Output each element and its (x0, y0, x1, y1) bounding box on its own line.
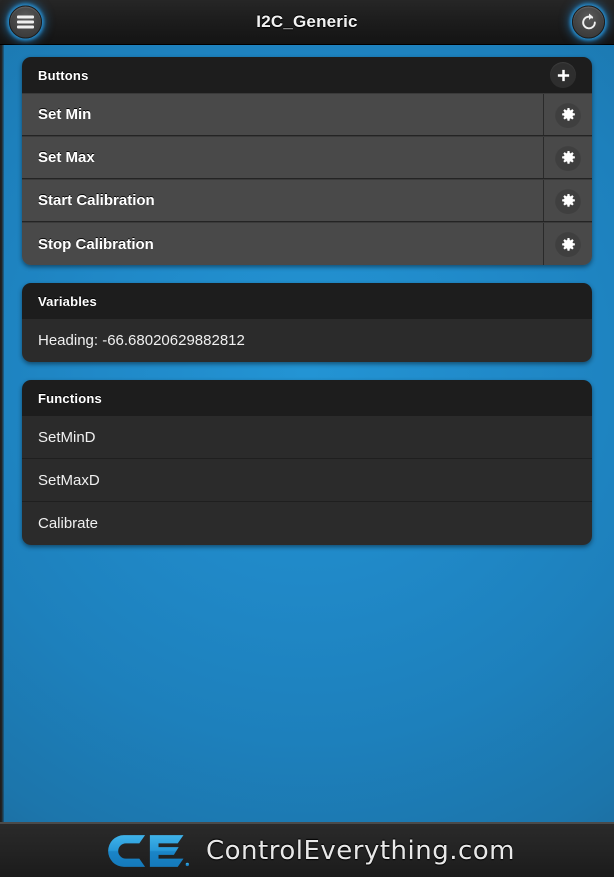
top-app-bar: I2C_Generic (0, 0, 614, 45)
ce-logo-icon (108, 834, 189, 867)
function-row[interactable]: Calibrate (22, 502, 592, 545)
content-area: Buttons Set Min Set Max Start Calibratio… (0, 45, 614, 822)
buttons-panel-header: Buttons (22, 57, 592, 93)
button-settings-button[interactable] (543, 137, 592, 178)
function-row-label: Calibrate (38, 515, 99, 532)
functions-panel: Functions SetMinD SetMaxD Calibrate (22, 380, 592, 545)
variables-panel: Variables Heading: -66.68020629882812 (22, 283, 592, 362)
gear-icon (561, 194, 575, 207)
buttons-panel-title: Buttons (38, 67, 89, 83)
gear-icon (561, 237, 575, 251)
buttons-panel: Buttons Set Min Set Max Start Calibratio… (22, 57, 592, 265)
variables-panel-header: Variables (22, 283, 592, 319)
function-row[interactable]: SetMinD (22, 416, 592, 459)
functions-panel-header: Functions (22, 380, 592, 416)
table-row[interactable]: Set Min (22, 93, 592, 136)
function-row[interactable]: SetMaxD (22, 459, 592, 502)
plus-icon (557, 69, 569, 81)
app-window: I2C_Generic Buttons Set Min Set Max Star… (0, 0, 614, 877)
table-row[interactable]: Stop Calibration (22, 222, 592, 265)
hamburger-menu-icon (17, 15, 34, 29)
add-button-button[interactable] (550, 62, 576, 88)
variable-row: Heading: -66.68020629882812 (22, 319, 592, 362)
button-row-label: Set Max (38, 149, 95, 166)
refresh-button[interactable] (572, 5, 605, 39)
page-title: I2C_Generic (256, 12, 358, 31)
variable-value-label: Heading: -66.68020629882812 (38, 332, 245, 349)
table-row[interactable]: Set Max (22, 136, 592, 179)
footer-bar: ControlEverything.com (0, 822, 614, 877)
function-row-label: SetMinD (38, 428, 96, 446)
window-edge-sliver (0, 45, 4, 822)
button-settings-button[interactable] (543, 223, 592, 265)
button-row-label: Stop Calibration (38, 235, 154, 253)
table-row[interactable]: Start Calibration (22, 179, 592, 222)
gear-icon (561, 108, 575, 121)
functions-panel-title: Functions (38, 390, 102, 406)
variables-panel-title: Variables (38, 293, 97, 309)
button-settings-button[interactable] (543, 180, 592, 221)
menu-button[interactable] (9, 5, 42, 39)
refresh-icon (581, 13, 596, 29)
brand-label: ControlEverything.com (205, 835, 516, 866)
gear-icon (561, 151, 575, 164)
button-row-label: Set Min (38, 106, 92, 123)
function-row-label: SetMaxD (38, 471, 100, 489)
button-settings-button[interactable] (543, 94, 592, 135)
button-row-label: Start Calibration (38, 192, 155, 209)
